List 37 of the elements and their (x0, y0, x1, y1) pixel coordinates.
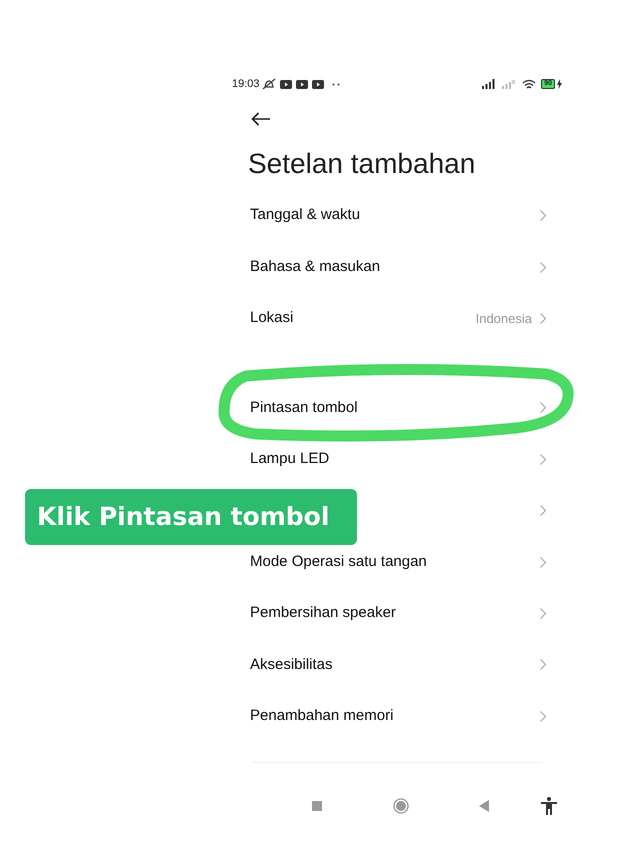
chevron-icon (540, 608, 546, 619)
chevron-icon (540, 454, 546, 465)
accessibility-icon[interactable] (541, 796, 557, 815)
video-icon (312, 80, 324, 88)
chevron-icon (540, 659, 546, 670)
home-icon[interactable] (393, 798, 409, 814)
setting-label[interactable]: Tanggal & waktu (250, 204, 360, 227)
chevron-icon (540, 210, 546, 222)
signal-icon (502, 79, 516, 89)
chevron-icon (540, 402, 546, 414)
chevron-icon (540, 556, 546, 568)
wifi-icon (522, 78, 536, 90)
chevron-icon (540, 710, 546, 722)
setting-label[interactable]: Pintasan tombol (250, 396, 358, 420)
setting-label[interactable]: Mode Operasi satu tangan (250, 550, 427, 574)
charging-icon (557, 79, 562, 89)
more-icon (332, 82, 340, 86)
back-icon[interactable] (251, 112, 271, 126)
chevron-icon (540, 505, 546, 516)
setting-label[interactable]: Penambahan memori (250, 704, 394, 728)
page-title: Setelan tambahan (248, 147, 476, 181)
recents-icon[interactable] (312, 800, 322, 811)
setting-label[interactable]: Lokasi (250, 307, 294, 330)
chevron-icon (540, 262, 546, 273)
setting-label[interactable]: Aksesibilitas (250, 654, 333, 676)
chevron-icon (540, 312, 546, 324)
video-icon (296, 80, 308, 88)
setting-label[interactable]: Bahasa & masukan (250, 256, 380, 278)
setting-label[interactable]: Lampu LED (250, 448, 330, 470)
mute-icon (262, 78, 276, 90)
signal-icon (482, 79, 496, 89)
setting-value: Indonesia (476, 310, 532, 328)
callout-banner: Klik Pintasan tombol (25, 489, 357, 545)
status-time: 19:03 (232, 76, 260, 92)
setting-label[interactable]: Pembersihan speaker (250, 602, 396, 625)
video-icon (280, 80, 292, 88)
back-nav-icon[interactable] (479, 800, 489, 812)
